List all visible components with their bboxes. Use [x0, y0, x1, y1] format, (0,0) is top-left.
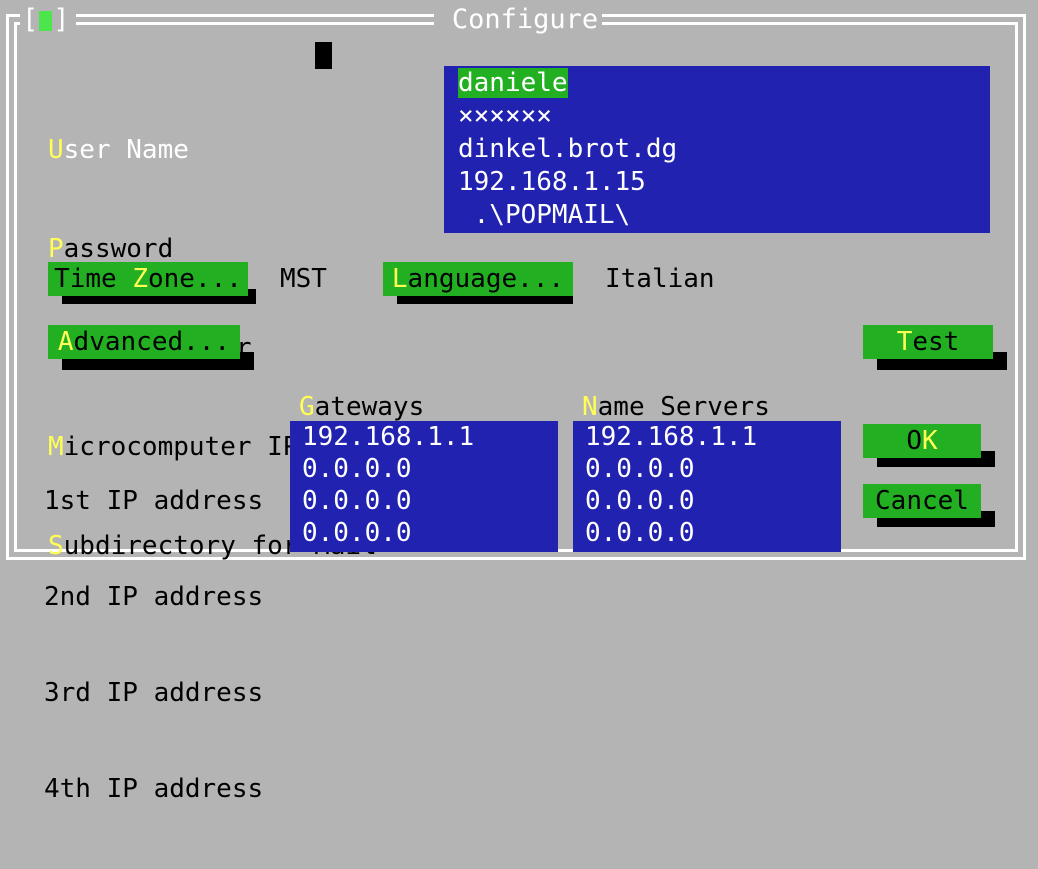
- label-text: ame Servers: [597, 392, 770, 422]
- name-server-input-2[interactable]: 0.0.0.0: [573, 453, 841, 485]
- ip-row-label-list: 1st IP address 2nd IP address 3rd IP add…: [44, 421, 263, 869]
- name-server-input-3[interactable]: 0.0.0.0: [573, 485, 841, 517]
- close-bracket-left: [: [22, 4, 39, 35]
- accel-char: G: [299, 392, 315, 422]
- advanced-button[interactable]: Advanced...: [48, 325, 240, 359]
- window-border-top-mid-inner: [76, 22, 434, 25]
- accel-char: Z: [132, 264, 148, 294]
- button-label-post: one...: [148, 264, 242, 294]
- user-name-input[interactable]: daniele: [444, 66, 990, 100]
- time-zone-button[interactable]: Time Zone...: [48, 262, 248, 296]
- button-label-pre: Cancel: [875, 486, 969, 516]
- accel-char: T: [896, 327, 913, 357]
- close-icon[interactable]: []: [22, 4, 70, 36]
- accel-char: K: [922, 426, 938, 456]
- label-text: ateways: [314, 392, 425, 422]
- window-border-top-right-inner: [602, 22, 1016, 25]
- close-bracket-right: ]: [53, 4, 70, 35]
- accel-char: P: [48, 234, 64, 264]
- gateway-input-3[interactable]: 0.0.0.0: [290, 485, 558, 517]
- gateway-input-4[interactable]: 0.0.0.0: [290, 517, 558, 549]
- close-glyph: [39, 11, 53, 31]
- window-border-right-outer: [1023, 14, 1026, 560]
- button-label-pre: Time: [54, 264, 133, 294]
- accel-char: N: [582, 392, 598, 422]
- gateway-input-1[interactable]: 192.168.1.1: [290, 421, 558, 453]
- user-name-value: daniele: [458, 68, 568, 98]
- accel-char: A: [57, 327, 74, 357]
- name-servers-column-header: Name Servers: [582, 392, 770, 422]
- accel-char: U: [48, 135, 64, 165]
- gateway-input-2[interactable]: 0.0.0.0: [290, 453, 558, 485]
- time-zone-value: MST: [280, 264, 327, 294]
- language-value: Italian: [605, 264, 715, 294]
- subdirectory-mail-input[interactable]: .\POPMAIL\: [444, 199, 990, 232]
- label-text: ser Name: [63, 135, 189, 165]
- window-border-top-mid-outer: [76, 14, 434, 17]
- window-border-left-inner: [14, 22, 17, 552]
- language-button[interactable]: Language...: [383, 262, 573, 296]
- test-button[interactable]: Test: [863, 325, 993, 359]
- name-servers-panel: 192.168.1.1 0.0.0.0 0.0.0.0 0.0.0.0: [573, 421, 841, 552]
- cancel-button[interactable]: Cancel: [863, 484, 981, 518]
- button-label-post: est: [912, 327, 960, 357]
- accel-char: L: [391, 264, 408, 294]
- gateways-column-header: Gateways: [299, 392, 424, 422]
- name-server-input-1[interactable]: 192.168.1.1: [573, 421, 841, 453]
- host-computer-input[interactable]: dinkel.brot.dg: [444, 133, 990, 166]
- gateways-panel: 192.168.1.1 0.0.0.0 0.0.0.0 0.0.0.0: [290, 421, 558, 552]
- window-border-top-left-inner: [14, 22, 20, 25]
- button-label-post: dvanced...: [73, 327, 231, 357]
- field-value-panel: daniele ×××××× dinkel.brot.dg 192.168.1.…: [444, 66, 990, 233]
- window-border-left-outer: [6, 14, 9, 560]
- ok-button[interactable]: OK: [863, 424, 981, 458]
- window-border-right-inner: [1015, 22, 1018, 552]
- window-title: Configure: [451, 4, 599, 35]
- configure-window: [] Configure User Name Password Host Com…: [0, 0, 1038, 804]
- label-text: assword: [63, 234, 174, 264]
- ip-row-label: 3rd IP address: [44, 678, 264, 708]
- ip-row-label: 1st IP address: [44, 486, 264, 516]
- mouse-cursor: [315, 42, 332, 69]
- password-input[interactable]: ××××××: [444, 100, 990, 133]
- name-server-input-4[interactable]: 0.0.0.0: [573, 517, 841, 549]
- button-label-pre: O: [906, 426, 922, 456]
- window-border-top-left-outer: [6, 14, 20, 17]
- microcomputer-ip-input[interactable]: 192.168.1.15: [444, 166, 990, 199]
- button-label-post: anguage...: [407, 264, 565, 294]
- ip-row-label: 4th IP address: [44, 774, 264, 804]
- ip-row-label: 2nd IP address: [44, 582, 264, 612]
- field-label-user-name: User Name: [48, 134, 424, 167]
- window-border-top-right-outer: [602, 14, 1026, 17]
